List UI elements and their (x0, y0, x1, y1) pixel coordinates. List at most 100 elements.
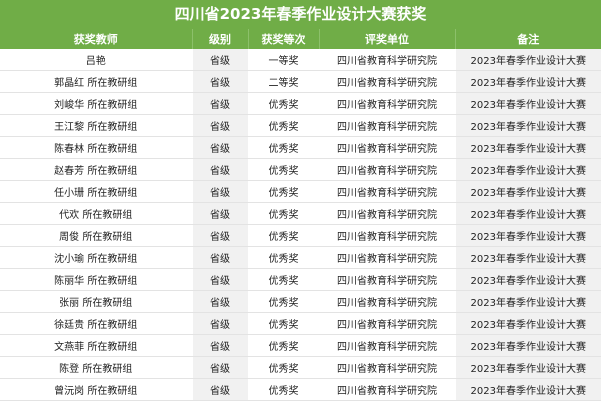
cell-award: 优秀奖 (248, 312, 320, 335)
cell-level: 省级 (192, 136, 249, 159)
table-row: 陈登 所在教研组 省级 优秀奖 四川省教育科学研究院 2023年春季作业设计大赛 (0, 356, 601, 379)
column-header-unit: 评奖单位 (319, 29, 456, 49)
cell-teacher: 陈春林 所在教研组 (0, 136, 193, 159)
table-row: 任小珊 所在教研组 省级 优秀奖 四川省教育科学研究院 2023年春季作业设计大赛 (0, 180, 601, 203)
cell-note: 2023年春季作业设计大赛 (455, 202, 601, 225)
cell-teacher: 沈小瑜 所在教研组 (0, 246, 193, 269)
cell-teacher: 陈丽华 所在教研组 (0, 268, 193, 291)
cell-award: 优秀奖 (248, 202, 320, 225)
award-sheet: 四川省2023年春季作业设计大赛获奖 获奖教师 级别 获奖等次 评奖单位 备注 … (0, 0, 601, 403)
cell-award: 优秀奖 (248, 378, 320, 401)
cell-unit: 四川省教育科学研究院 (319, 92, 456, 115)
cell-level: 省级 (192, 334, 249, 357)
cell-note: 2023年春季作业设计大赛 (455, 334, 601, 357)
cell-award: 优秀奖 (248, 224, 320, 247)
cell-unit: 四川省教育科学研究院 (319, 180, 456, 203)
cell-award: 优秀奖 (248, 158, 320, 181)
cell-award: 优秀奖 (248, 114, 320, 137)
cell-teacher: 王江黎 所在教研组 (0, 114, 193, 137)
table-row: 陈春林 所在教研组 省级 优秀奖 四川省教育科学研究院 2023年春季作业设计大赛 (0, 136, 601, 159)
cell-level: 省级 (192, 180, 249, 203)
column-header-teacher: 获奖教师 (0, 29, 193, 49)
cell-teacher: 赵春芳 所在教研组 (0, 158, 193, 181)
table-row: 曾沅岗 所在教研组 省级 优秀奖 四川省教育科学研究院 2023年春季作业设计大赛 (0, 378, 601, 401)
cell-note: 2023年春季作业设计大赛 (455, 378, 601, 401)
cell-unit: 四川省教育科学研究院 (319, 378, 456, 401)
cell-note: 2023年春季作业设计大赛 (455, 158, 601, 181)
cell-award: 优秀奖 (248, 334, 320, 357)
table-body: 吕艳 省级 一等奖 四川省教育科学研究院 2023年春季作业设计大赛 郭晶红 所在教研组省… (0, 49, 601, 401)
cell-level: 省级 (192, 114, 249, 137)
column-header-award: 获奖等次 (248, 29, 320, 49)
cell-teacher: 任小珊 所在教研组 (0, 180, 193, 203)
cell-award: 优秀奖 (248, 180, 320, 203)
cell-level: 省级 (192, 312, 249, 335)
cell-level: 省级 (192, 224, 249, 247)
cell-note: 2023年春季作业设计大赛 (455, 49, 601, 71)
cell-note: 2023年春季作业设计大赛 (455, 356, 601, 379)
page-title: 四川省2023年春季作业设计大赛获奖 (0, 0, 601, 29)
cell-teacher: 陈登 所在教研组 (0, 356, 193, 379)
table-row: 周俊 所在教研组 省级 优秀奖 四川省教育科学研究院 2023年春季作业设计大赛 (0, 224, 601, 247)
cell-note: 2023年春季作业设计大赛 (455, 136, 601, 159)
cell-level: 省级 (192, 49, 249, 71)
cell-level: 省级 (192, 158, 249, 181)
cell-unit: 四川省教育科学研究院 (319, 202, 456, 225)
table-row: 文燕菲 所在教研组 省级 优秀奖 四川省教育科学研究院 2023年春季作业设计大赛 (0, 334, 601, 357)
cell-level: 省级 (192, 202, 249, 225)
cell-level: 省级 (192, 92, 249, 115)
cell-award: 优秀奖 (248, 290, 320, 313)
cell-teacher: 刘峻华 所在教研组 (0, 92, 193, 115)
column-header-note: 备注 (455, 29, 601, 49)
cell-unit: 四川省教育科学研究院 (319, 158, 456, 181)
cell-note: 2023年春季作业设计大赛 (455, 70, 601, 93)
cell-level: 省级 (192, 356, 249, 379)
cell-unit: 四川省教育科学研究院 (319, 268, 456, 291)
cell-note: 2023年春季作业设计大赛 (455, 312, 601, 335)
cell-unit: 四川省教育科学研究院 (319, 224, 456, 247)
cell-unit: 四川省教育科学研究院 (319, 312, 456, 335)
cell-unit: 四川省教育科学研究院 (319, 49, 456, 71)
table-row: 沈小瑜 所在教研组 省级 优秀奖 四川省教育科学研究院 2023年春季作业设计大赛 (0, 246, 601, 269)
cell-level: 省级 (192, 378, 249, 401)
cell-note: 2023年春季作业设计大赛 (455, 246, 601, 269)
cell-level: 省级 (192, 268, 249, 291)
cell-award: 优秀奖 (248, 268, 320, 291)
cell-teacher: 曾沅岗 所在教研组 (0, 378, 193, 401)
cell-award: 二等奖 (248, 70, 320, 93)
cell-teacher: 文燕菲 所在教研组 (0, 334, 193, 357)
cell-unit: 四川省教育科学研究院 (319, 290, 456, 313)
cell-unit: 四川省教育科学研究院 (319, 334, 456, 357)
cell-teacher: 吕艳 (0, 49, 193, 71)
table-header: 获奖教师 级别 获奖等次 评奖单位 备注 (0, 29, 601, 49)
table-row: 刘峻华 所在教研组 省级 优秀奖 四川省教育科学研究院 2023年春季作业设计大赛 (0, 92, 601, 115)
table-row: 王江黎 所在教研组 省级 优秀奖 四川省教育科学研究院 2023年春季作业设计大赛 (0, 114, 601, 137)
cell-award: 一等奖 (248, 49, 320, 71)
table-row: 陈丽华 所在教研组 省级 优秀奖 四川省教育科学研究院 2023年春季作业设计大赛 (0, 268, 601, 291)
cell-teacher: 代欢 所在教研组 (0, 202, 193, 225)
cell-unit: 四川省教育科学研究院 (319, 356, 456, 379)
cell-note: 2023年春季作业设计大赛 (455, 180, 601, 203)
cell-teacher: 郭晶红 所在教研组 (0, 70, 193, 93)
table-row: 郭晶红 所在教研组 省级 二等奖 四川省教育科学研究院 2023年春季作业设计大赛 (0, 70, 601, 93)
cell-note: 2023年春季作业设计大赛 (455, 290, 601, 313)
cell-level: 省级 (192, 70, 249, 93)
cell-unit: 四川省教育科学研究院 (319, 246, 456, 269)
cell-note: 2023年春季作业设计大赛 (455, 268, 601, 291)
cell-award: 优秀奖 (248, 356, 320, 379)
cell-unit: 四川省教育科学研究院 (319, 114, 456, 137)
cell-teacher: 周俊 所在教研组 (0, 224, 193, 247)
table-row: 张丽 所在教研组 省级 优秀奖 四川省教育科学研究院 2023年春季作业设计大赛 (0, 290, 601, 313)
cell-award: 优秀奖 (248, 92, 320, 115)
table-row: 吕艳 省级 一等奖 四川省教育科学研究院 2023年春季作业设计大赛 (0, 49, 601, 71)
award-table: 获奖教师 级别 获奖等次 评奖单位 备注 吕艳 省级 一等奖 四川省教育科学研究院 20… (0, 29, 601, 401)
cell-level: 省级 (192, 290, 249, 313)
cell-note: 2023年春季作业设计大赛 (455, 224, 601, 247)
table-row: 赵春芳 所在教研组 省级 优秀奖 四川省教育科学研究院 2023年春季作业设计大赛 (0, 158, 601, 181)
column-header-level: 级别 (192, 29, 249, 49)
cell-teacher: 徐廷贵 所在教研组 (0, 312, 193, 335)
cell-unit: 四川省教育科学研究院 (319, 136, 456, 159)
header-row: 获奖教师 级别 获奖等次 评奖单位 备注 (0, 29, 601, 49)
cell-note: 2023年春季作业设计大赛 (455, 92, 601, 115)
cell-award: 优秀奖 (248, 246, 320, 269)
